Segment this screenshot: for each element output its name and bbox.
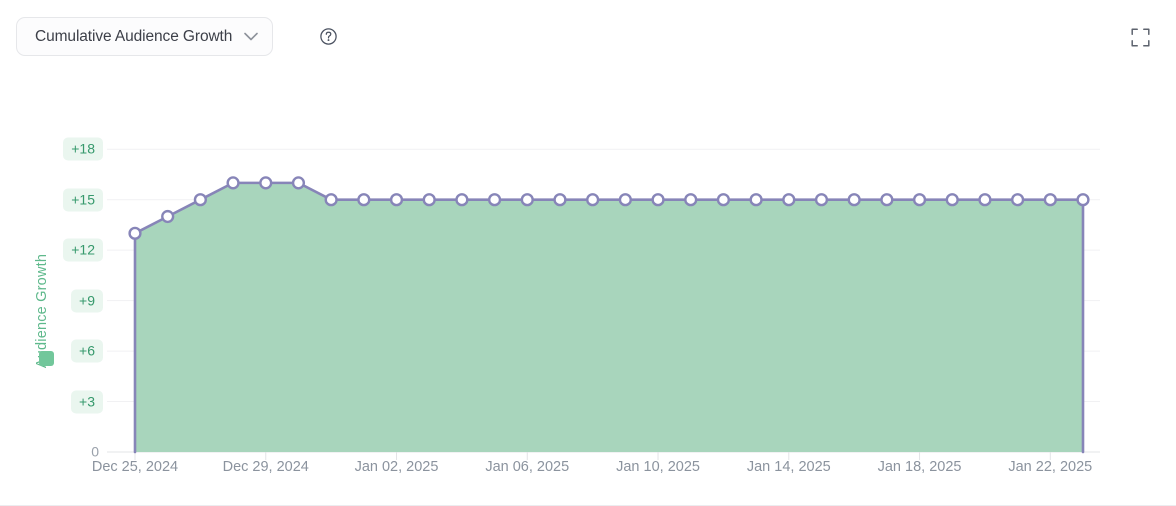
x-axis-tick-label: Jan 18, 2025	[877, 459, 962, 475]
chevron-down-icon	[244, 32, 259, 41]
chart-data-point[interactable]	[1011, 193, 1025, 207]
chart-data-point[interactable]	[389, 193, 404, 207]
chart-data-point[interactable]	[422, 193, 436, 207]
chart-data-point[interactable]	[128, 226, 142, 240]
x-axis-tick-label: Dec 29, 2024	[222, 459, 309, 475]
chart-data-point[interactable]	[651, 193, 665, 207]
chart-data-point[interactable]	[193, 193, 207, 207]
chart-data-point[interactable]	[520, 193, 534, 207]
chart-data-point[interactable]	[716, 193, 731, 207]
x-axis-tick-label: Jan 14, 2025	[746, 459, 831, 475]
chart-data-point[interactable]	[945, 193, 959, 207]
chart-data-point[interactable]	[357, 193, 371, 207]
fullscreen-expand-icon	[1130, 27, 1150, 47]
chart-data-point[interactable]	[586, 193, 600, 207]
metric-select-dropdown[interactable]: Cumulative Audience Growth	[16, 17, 274, 56]
help-circle-icon[interactable]	[320, 28, 337, 45]
chart-header: Cumulative Audience Growth	[0, 0, 1176, 74]
chart-data-point[interactable]	[880, 193, 894, 207]
chart-svg	[107, 148, 1100, 460]
chart-card: Cumulative Audience Growth Audience Grow…	[0, 0, 1176, 506]
y-axis-tick-label: +3	[71, 390, 103, 414]
x-axis-tick-label: Jan 22, 2025	[1008, 459, 1093, 475]
chart-data-point[interactable]	[324, 193, 338, 207]
chart-data-point[interactable]	[847, 193, 861, 207]
chart-data-point[interactable]	[487, 193, 502, 207]
chart-data-point[interactable]	[814, 193, 829, 207]
chart-data-point[interactable]	[1043, 193, 1057, 207]
y-axis-tick-label: +18	[63, 137, 103, 161]
chart-data-point[interactable]	[455, 193, 469, 207]
y-axis-tick-label: +12	[63, 238, 103, 262]
chart-data-point[interactable]	[912, 193, 927, 207]
chart-data-point[interactable]	[161, 209, 175, 224]
chart-data-point[interactable]	[782, 193, 796, 207]
chart-data-point[interactable]	[978, 193, 992, 207]
chart-area-fill	[135, 182, 1083, 452]
chart-data-point[interactable]	[749, 193, 763, 207]
metric-select-label: Cumulative Audience Growth	[35, 27, 233, 45]
y-axis-tick-label: +9	[71, 289, 103, 313]
x-axis-tick-label: Jan 10, 2025	[616, 459, 700, 475]
chart-data-point[interactable]	[618, 193, 632, 207]
chart-data-point[interactable]	[553, 193, 567, 207]
chart-data-point[interactable]	[259, 176, 273, 190]
y-axis-tick-label: +15	[63, 188, 103, 212]
chart-data-point[interactable]	[684, 193, 698, 207]
x-axis-tick-label: Dec 25, 2024	[91, 459, 179, 475]
chart-data-point[interactable]	[226, 176, 240, 190]
chart-data-point[interactable]	[291, 176, 306, 190]
chart-plot-region: Audience Growth 0 +3 +6 +9 +12 +15 +18 Dec 25,…	[0, 74, 1176, 505]
chart-data-point[interactable]	[1076, 193, 1090, 207]
x-axis-tick-label: Jan 02, 2025	[354, 459, 439, 475]
y-axis-tick-label: +6	[71, 339, 103, 363]
x-axis-tick-label: Jan 06, 2025	[485, 459, 570, 475]
fullscreen-expand-button[interactable]	[1122, 19, 1158, 55]
